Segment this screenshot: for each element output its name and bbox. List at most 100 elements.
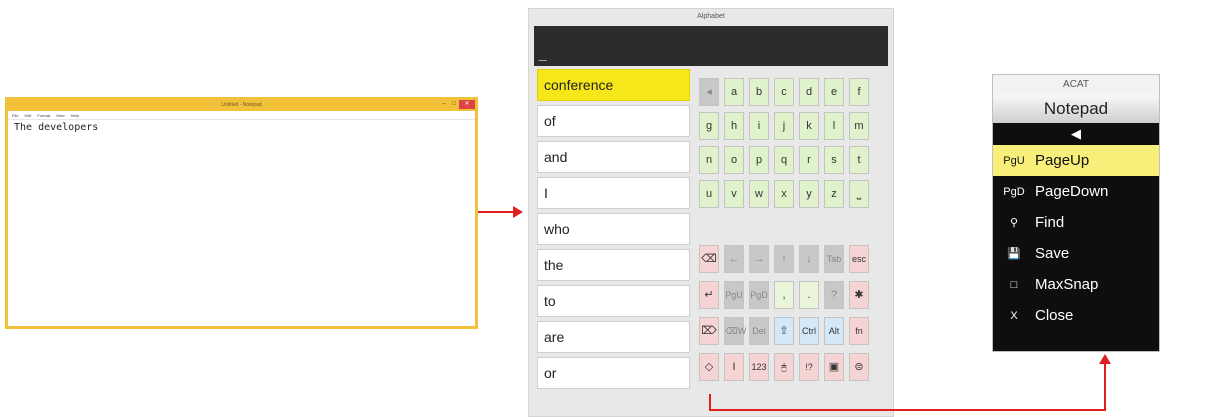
control-key-1-0[interactable]: ↵ <box>699 281 719 309</box>
word-prediction-0[interactable]: conference <box>537 69 690 101</box>
control-key-1-1[interactable]: PgU <box>724 281 744 309</box>
acat-item-find[interactable]: ⚲ Find <box>993 207 1159 238</box>
control-key-2-0[interactable]: ⌦ <box>699 317 719 345</box>
keyboard-input-field[interactable]: _ <box>534 26 888 66</box>
key-z[interactable]: z <box>824 180 844 208</box>
menu-edit[interactable]: Edit <box>24 111 31 119</box>
acat-menu-items: PgU PageUp PgD PageDown ⚲ Find 💾 Save □ MaxSnap X C… <box>993 145 1159 331</box>
control-key-2-6[interactable]: fn <box>849 317 869 345</box>
control-key-1-5[interactable]: ? <box>824 281 844 309</box>
control-key-1-2[interactable]: PgD <box>749 281 769 309</box>
key-h[interactable]: h <box>724 112 744 140</box>
control-key-0-6[interactable]: esc <box>849 245 869 273</box>
key-c[interactable]: c <box>774 78 794 106</box>
key-m[interactable]: m <box>849 112 869 140</box>
control-key-2-5[interactable]: Alt <box>824 317 844 345</box>
control-key-1-3[interactable]: , <box>774 281 794 309</box>
pageup-icon: PgU <box>1003 154 1025 167</box>
key-t[interactable]: t <box>849 146 869 174</box>
menu-view[interactable]: View <box>56 111 65 119</box>
control-key-2-3[interactable]: ⇧ <box>774 317 794 345</box>
notepad-title: Untitled - Notepad <box>221 102 262 108</box>
key-⎵[interactable]: ⎵ <box>849 180 869 208</box>
key-q[interactable]: q <box>774 146 794 174</box>
acat-item-label: Save <box>1035 245 1070 262</box>
word-prediction-7[interactable]: are <box>537 321 690 353</box>
key-o[interactable]: o <box>724 146 744 174</box>
key-◂[interactable]: ◂ <box>699 78 719 106</box>
menu-file[interactable]: File <box>12 111 18 119</box>
acat-item-maxsnap[interactable]: □ MaxSnap <box>993 269 1159 300</box>
menu-format[interactable]: Format <box>37 111 50 119</box>
arrow-segment <box>1104 364 1106 411</box>
close-icon[interactable]: ✕ <box>459 100 475 109</box>
input-cursor: _ <box>539 46 547 62</box>
key-r[interactable]: r <box>799 146 819 174</box>
acat-item-label: PageUp <box>1035 152 1090 169</box>
acat-app-name: Notepad <box>993 95 1159 123</box>
control-key-3-1[interactable]: I <box>724 353 744 381</box>
key-u[interactable]: u <box>699 180 719 208</box>
control-key-2-2[interactable]: Del <box>749 317 769 345</box>
key-y[interactable]: y <box>799 180 819 208</box>
maxsnap-icon: □ <box>1010 278 1018 291</box>
word-prediction-2[interactable]: and <box>537 141 690 173</box>
key-n[interactable]: n <box>699 146 719 174</box>
key-x[interactable]: x <box>774 180 794 208</box>
key-g[interactable]: g <box>699 112 719 140</box>
control-key-0-1[interactable]: ← <box>724 245 744 273</box>
notepad-window: Untitled - Notepad – □ ✕ File Edit Forma… <box>5 97 478 329</box>
control-key-0-4[interactable]: ↓ <box>799 245 819 273</box>
key-j[interactable]: j <box>774 112 794 140</box>
key-l[interactable]: l <box>824 112 844 140</box>
key-e[interactable]: e <box>824 78 844 106</box>
arrow-head-icon <box>513 206 523 218</box>
key-i[interactable]: i <box>749 112 769 140</box>
word-prediction-6[interactable]: to <box>537 285 690 317</box>
acat-title: ACAT <box>993 75 1159 95</box>
back-icon[interactable]: ◀ <box>993 123 1159 145</box>
control-key-0-3[interactable]: ↑ <box>774 245 794 273</box>
notepad-text-area[interactable]: The developers <box>8 120 475 135</box>
key-p[interactable]: p <box>749 146 769 174</box>
key-d[interactable]: d <box>799 78 819 106</box>
minimize-icon[interactable]: – <box>439 100 449 109</box>
control-key-0-5[interactable]: Tab <box>824 245 844 273</box>
word-prediction-8[interactable]: or <box>537 357 690 389</box>
key-f[interactable]: f <box>849 78 869 106</box>
control-key-3-4[interactable]: !? <box>799 353 819 381</box>
control-key-2-4[interactable]: Ctrl <box>799 317 819 345</box>
control-key-2-1[interactable]: ⌫W <box>724 317 746 345</box>
word-prediction-3[interactable]: I <box>537 177 690 209</box>
key-s[interactable]: s <box>824 146 844 174</box>
key-w[interactable]: w <box>749 180 769 208</box>
acat-item-pagedown[interactable]: PgD PageDown <box>993 176 1159 207</box>
key-k[interactable]: k <box>799 112 819 140</box>
notepad-menubar: File Edit Format View Help <box>8 111 475 120</box>
control-key-3-6[interactable]: ⊜ <box>849 353 869 381</box>
maximize-icon[interactable]: □ <box>449 100 459 109</box>
acat-item-label: PageDown <box>1035 183 1109 200</box>
word-prediction-1[interactable]: of <box>537 105 690 137</box>
acat-item-save[interactable]: 💾 Save <box>993 238 1159 269</box>
acat-item-label: Find <box>1035 214 1065 231</box>
key-v[interactable]: v <box>724 180 744 208</box>
control-key-3-5[interactable]: ▣ <box>824 353 844 381</box>
find-icon: ⚲ <box>1009 217 1019 229</box>
acat-item-pageup[interactable]: PgU PageUp <box>993 145 1159 176</box>
menu-help[interactable]: Help <box>71 111 79 119</box>
key-a[interactable]: a <box>724 78 744 106</box>
control-key-3-0[interactable]: ◇ <box>699 353 719 381</box>
close-icon: X <box>1010 309 1018 322</box>
control-key-1-6[interactable]: ✱ <box>849 281 869 309</box>
control-key-0-2[interactable]: → <box>749 245 769 273</box>
control-key-1-4[interactable]: . <box>799 281 819 309</box>
acat-item-close[interactable]: X Close <box>993 300 1159 331</box>
control-key-3-3[interactable]: 🖱 <box>774 353 794 381</box>
word-prediction-5[interactable]: the <box>537 249 690 281</box>
control-key-3-2[interactable]: 123 <box>749 353 769 381</box>
control-key-0-0[interactable]: ⌫ <box>699 245 719 273</box>
arrow-segment <box>709 409 1106 411</box>
word-prediction-4[interactable]: who <box>537 213 690 245</box>
key-b[interactable]: b <box>749 78 769 106</box>
